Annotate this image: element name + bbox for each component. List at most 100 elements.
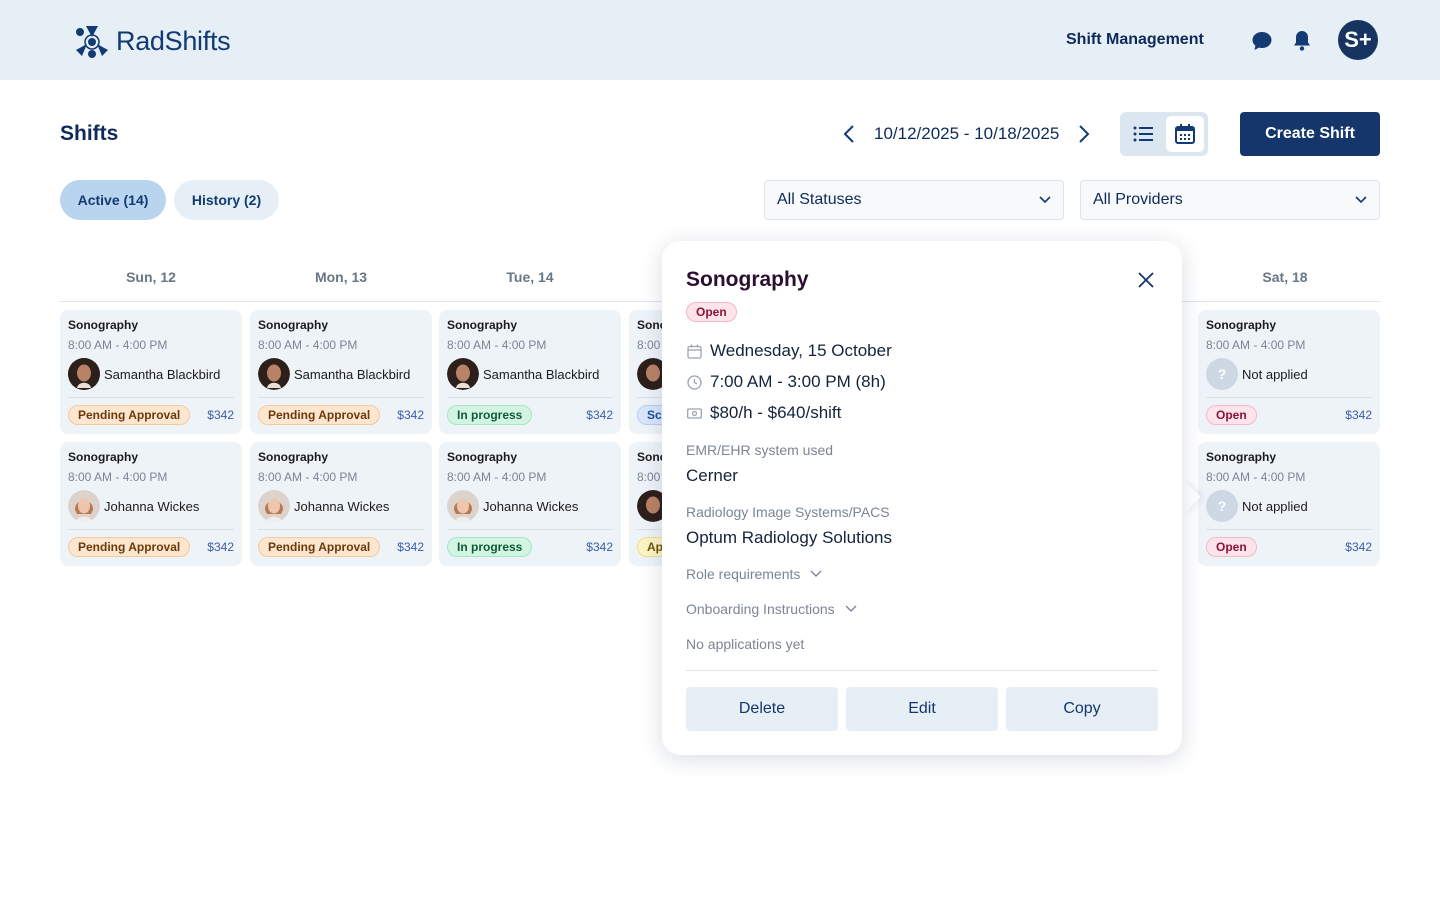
shift-card[interactable]: Sonography 8:00 AM - 4:00 PM Johanna Wic… bbox=[60, 442, 242, 566]
shift-time: 8:00 AM - 4:00 PM bbox=[258, 470, 358, 484]
card-divider bbox=[68, 529, 234, 530]
shift-card[interactable]: Sonography 8:00 AM - 4:00 PM Samantha Bl… bbox=[60, 310, 242, 434]
status-filter-select[interactable]: All Statuses bbox=[764, 180, 1064, 220]
calendar-view-icon[interactable] bbox=[1166, 116, 1204, 152]
shift-price: $342 bbox=[397, 540, 424, 554]
list-view-icon[interactable] bbox=[1124, 116, 1162, 152]
chevron-down-icon bbox=[845, 605, 857, 612]
nav-shift-management[interactable]: Shift Management bbox=[1066, 31, 1204, 49]
avatar bbox=[68, 490, 100, 522]
shift-time: 8:00 AM - 4:00 PM bbox=[68, 470, 168, 484]
shift-card[interactable]: Sonography 8:00 AM - 4:00 PM ? Not appli… bbox=[1198, 310, 1380, 434]
clock-icon bbox=[686, 374, 702, 390]
provider-name: Johanna Wickes bbox=[294, 498, 390, 514]
shift-provider: Samantha Blackbird bbox=[68, 358, 234, 390]
status-badge: Pending Approval bbox=[258, 537, 381, 557]
status-badge: Pending Approval bbox=[258, 405, 381, 425]
unknown-user-icon: ? bbox=[1206, 358, 1238, 390]
day-header-tue: Tue, 14 bbox=[506, 269, 554, 285]
day-header-sat: Sat, 18 bbox=[1262, 269, 1308, 285]
avatar bbox=[447, 358, 479, 390]
calendar-icon bbox=[686, 343, 702, 359]
popover-title: Sonography bbox=[686, 268, 809, 291]
shift-time: 8:00 AM - 4:00 PM bbox=[1206, 470, 1306, 484]
shift-title: Sonography bbox=[258, 450, 329, 464]
delete-button[interactable]: Delete bbox=[686, 687, 838, 731]
shift-price: $342 bbox=[207, 540, 234, 554]
app-logo[interactable]: RadShifts bbox=[72, 22, 231, 60]
bell-icon[interactable] bbox=[1290, 29, 1314, 53]
chevron-down-icon bbox=[810, 570, 822, 577]
tab-active[interactable]: Active (14) bbox=[60, 180, 166, 220]
status-filter-value: All Statuses bbox=[777, 191, 862, 208]
status-badge: In progress bbox=[447, 405, 533, 425]
edit-button[interactable]: Edit bbox=[846, 687, 998, 731]
provider-filter-select[interactable]: All Providers bbox=[1080, 180, 1380, 220]
card-divider bbox=[258, 529, 424, 530]
shift-price: $342 bbox=[397, 408, 424, 422]
chevron-down-icon bbox=[1355, 196, 1367, 204]
close-icon[interactable] bbox=[1136, 270, 1156, 290]
onboarding-instructions-toggle[interactable]: Onboarding Instructions bbox=[686, 601, 857, 617]
shift-card[interactable]: Sonography 8:00 AM - 4:00 PM Johanna Wic… bbox=[439, 442, 621, 566]
shift-time: 8:00 AM - 4:00 PM bbox=[447, 338, 547, 352]
shift-provider: ? Not applied bbox=[1206, 358, 1372, 390]
shift-footer: Pending Approval $342 bbox=[258, 405, 424, 425]
shift-details-popover: Sonography Open Wednesday, 15 October 7:… bbox=[662, 241, 1182, 755]
provider-name: Samantha Blackbird bbox=[294, 366, 411, 382]
onboarding-label: Onboarding Instructions bbox=[686, 601, 835, 617]
shift-title: Sonography bbox=[447, 318, 518, 332]
status-badge: Open bbox=[1206, 537, 1257, 557]
shift-title: Sonography bbox=[447, 450, 518, 464]
top-bar: RadShifts Shift Management S+ bbox=[0, 0, 1440, 80]
tab-history[interactable]: History (2) bbox=[174, 180, 279, 220]
create-shift-button[interactable]: Create Shift bbox=[1240, 112, 1380, 156]
card-divider bbox=[1206, 397, 1372, 398]
shift-footer: Pending Approval $342 bbox=[68, 537, 234, 557]
date-navigator: 10/12/2025 - 10/18/2025 bbox=[838, 120, 1095, 148]
provider-name: Not applied bbox=[1242, 366, 1308, 382]
status-badge: In progress bbox=[447, 537, 533, 557]
shift-price: $342 bbox=[1345, 408, 1372, 422]
radiation-logo-icon bbox=[76, 26, 108, 58]
emr-value: Cerner bbox=[686, 466, 738, 485]
chevron-right-icon[interactable] bbox=[1073, 120, 1095, 148]
avatar bbox=[258, 490, 290, 522]
copy-button[interactable]: Copy bbox=[1006, 687, 1158, 731]
role-requirements-label: Role requirements bbox=[686, 566, 801, 582]
day-header-mon: Mon, 13 bbox=[314, 269, 368, 285]
user-avatar[interactable]: S+ bbox=[1338, 20, 1378, 60]
popover-status: Open bbox=[686, 302, 737, 322]
card-divider bbox=[447, 397, 613, 398]
shift-provider: Samantha Blackbird bbox=[447, 358, 613, 390]
chat-icon[interactable] bbox=[1250, 29, 1274, 53]
card-divider bbox=[258, 397, 424, 398]
shift-price: $342 bbox=[586, 408, 613, 422]
shift-rate: $80/h - $640/shift bbox=[710, 403, 842, 422]
shift-card[interactable]: Sonography 8:00 AM - 4:00 PM Johanna Wic… bbox=[250, 442, 432, 566]
shift-title: Sonography bbox=[68, 450, 139, 464]
unknown-user-icon: ? bbox=[1206, 490, 1238, 522]
shift-provider: Johanna Wickes bbox=[258, 490, 424, 522]
shift-title: Sonography bbox=[68, 318, 139, 332]
shift-footer: Pending Approval $342 bbox=[258, 537, 424, 557]
provider-name: Johanna Wickes bbox=[483, 498, 579, 514]
avatar bbox=[68, 358, 100, 390]
chevron-left-icon[interactable] bbox=[838, 120, 860, 148]
shift-card[interactable]: Sonography 8:00 AM - 4:00 PM Samantha Bl… bbox=[250, 310, 432, 434]
shift-card[interactable]: Sonography 8:00 AM - 4:00 PM ? Not appli… bbox=[1198, 442, 1380, 566]
page-title: Shifts bbox=[60, 122, 119, 145]
shift-card[interactable]: Sonography 8:00 AM - 4:00 PM Samantha Bl… bbox=[439, 310, 621, 434]
avatar bbox=[447, 490, 479, 522]
shift-provider: Johanna Wickes bbox=[68, 490, 234, 522]
shift-price: $342 bbox=[207, 408, 234, 422]
card-divider bbox=[68, 397, 234, 398]
shift-footer: Open $342 bbox=[1206, 405, 1372, 425]
role-requirements-toggle[interactable]: Role requirements bbox=[686, 566, 822, 582]
shift-time: 8:00 AM - 4:00 PM bbox=[258, 338, 358, 352]
shift-date-row: Wednesday, 15 October bbox=[686, 341, 892, 361]
shift-provider: Samantha Blackbird bbox=[258, 358, 424, 390]
shift-footer: In progress $342 bbox=[447, 537, 613, 557]
view-toggle bbox=[1120, 112, 1208, 156]
shift-time: 8:00 AM - 4:00 PM bbox=[68, 338, 168, 352]
